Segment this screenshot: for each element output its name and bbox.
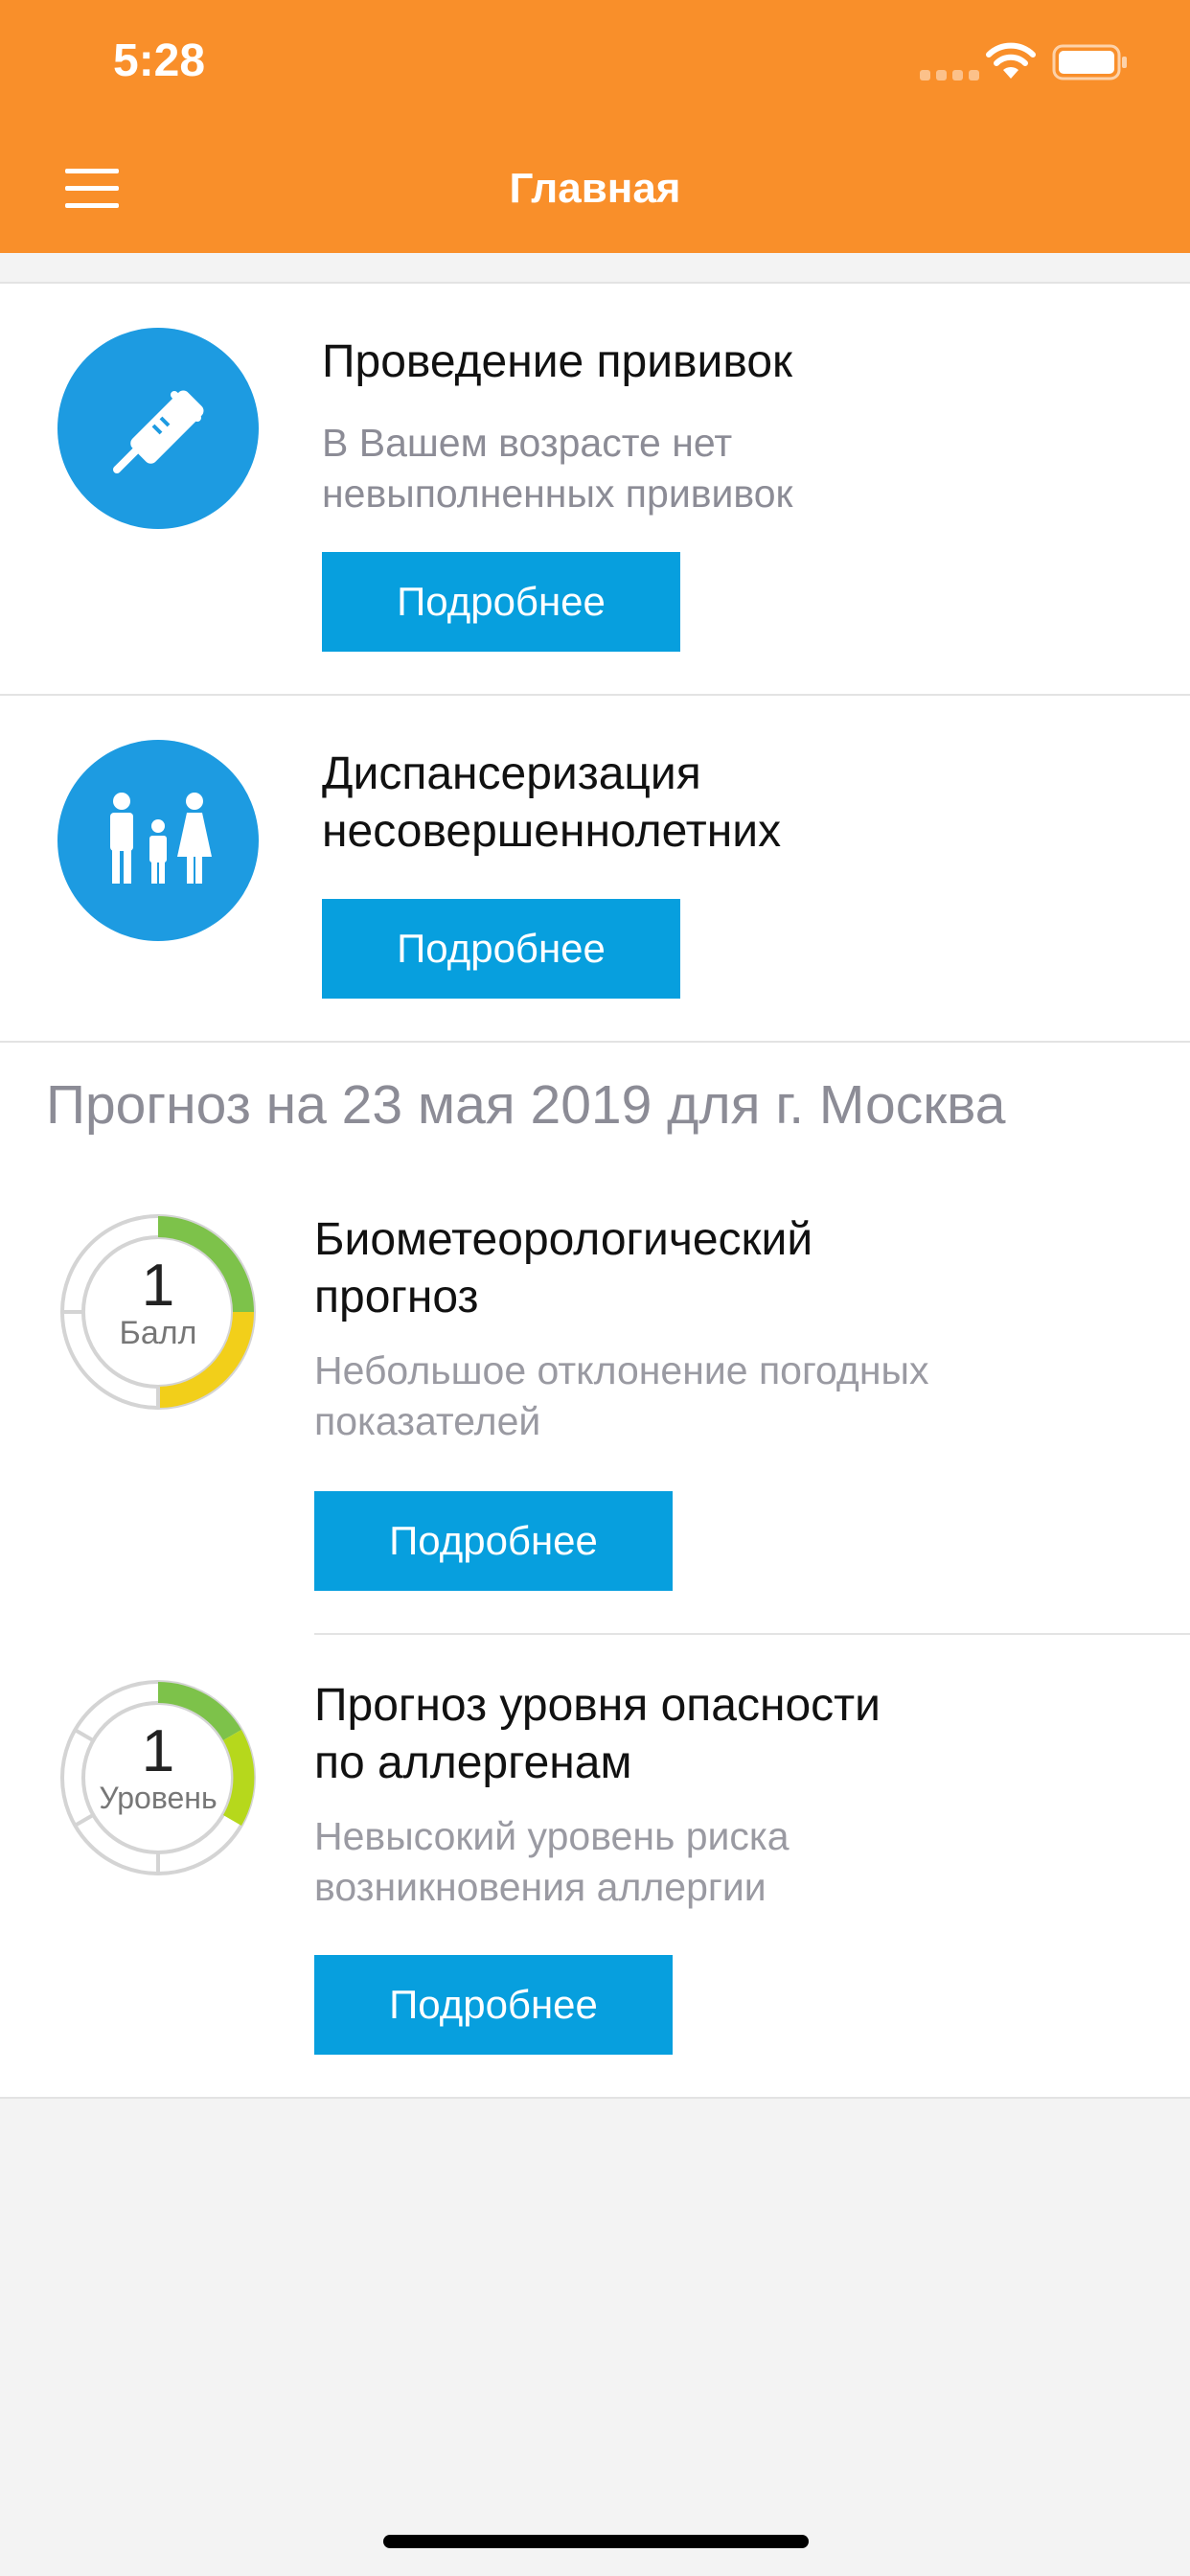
checkup-title-line2: несовершеннолетних	[322, 806, 782, 857]
biometeo-description-line1: Небольшое отклонение погодных	[314, 1348, 929, 1392]
allergen-details-button[interactable]: Подробнее	[314, 1955, 673, 2055]
forecast-divider	[314, 1633, 1190, 1635]
forecast-heading: Прогноз на 23 мая 2019 для г. Москва	[46, 1074, 1006, 1136]
checkup-details-button[interactable]: Подробнее	[322, 899, 680, 999]
allergen-title-line2: по аллергенам	[314, 1737, 632, 1788]
wifi-icon	[986, 42, 1036, 79]
syringe-icon	[57, 328, 259, 529]
page-title: Главная	[509, 165, 681, 212]
biometeo-unit: Балл	[119, 1315, 197, 1351]
vaccination-description-line2: невыполненных прививок	[322, 472, 793, 516]
allergen-value: 1	[141, 1718, 175, 1784]
allergen-description-line1: Невысокий уровень риска	[314, 1814, 790, 1858]
cellular-signal-icon	[920, 70, 979, 80]
allergen-unit: Уровень	[99, 1781, 217, 1815]
biometeo-title-line2: прогноз	[314, 1272, 479, 1322]
vaccination-details-button[interactable]: Подробнее	[322, 552, 680, 652]
biometeo-title-line1: Биометеорологический	[314, 1214, 813, 1265]
vaccination-card: Проведение прививок В Вашем возрасте нет…	[0, 282, 1190, 696]
app-screen: 5:28 Главная Проведение прививок В Вашем…	[0, 0, 1190, 2576]
biometeo-description-line2: показателей	[314, 1399, 541, 1443]
battery-icon	[1052, 44, 1127, 80]
vaccination-title: Проведение прививок	[322, 336, 793, 387]
biometeo-value: 1	[141, 1253, 175, 1319]
home-indicator[interactable]	[383, 2535, 809, 2548]
app-header: 5:28 Главная	[0, 0, 1190, 253]
checkup-card: Диспансеризация несовершеннолетних Подро…	[0, 694, 1190, 1043]
checkup-title-line1: Диспансеризация	[322, 748, 701, 799]
vaccination-description-line1: В Вашем возрасте нет	[322, 421, 733, 465]
allergen-title-line1: Прогноз уровня опасности	[314, 1680, 881, 1731]
allergen-description-line2: возникновения аллергии	[314, 1865, 767, 1909]
biometeo-details-button[interactable]: Подробнее	[314, 1491, 673, 1591]
family-icon	[57, 740, 259, 941]
status-time: 5:28	[113, 35, 206, 86]
